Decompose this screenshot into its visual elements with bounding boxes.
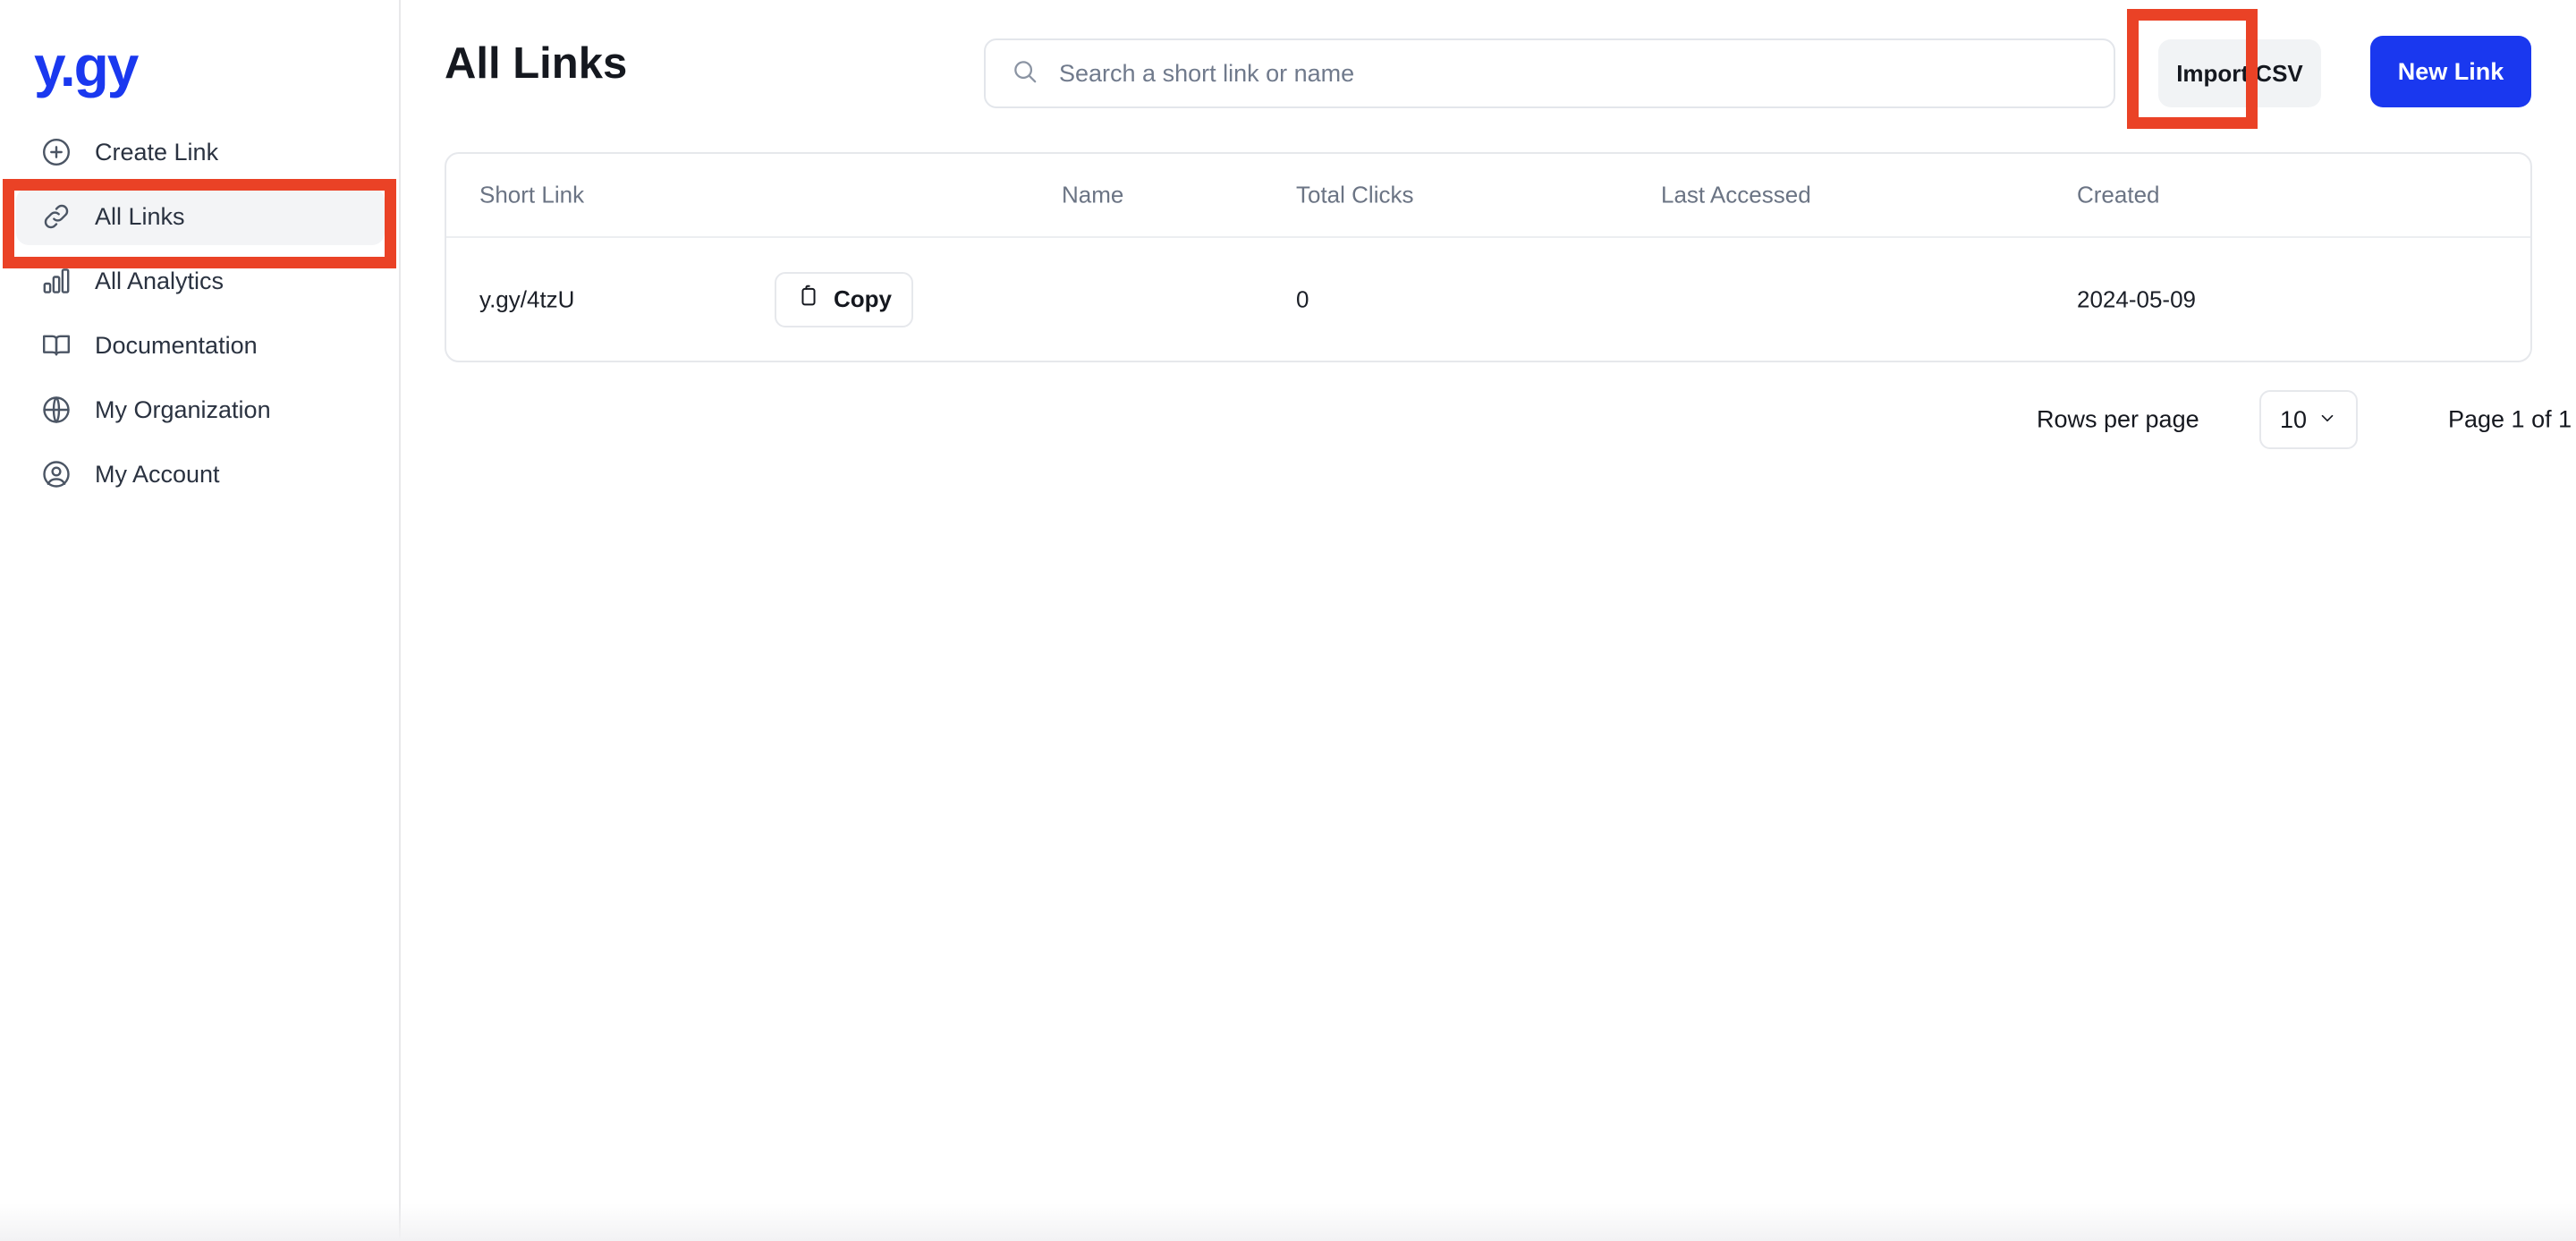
sidebar-item-my-account[interactable]: My Account	[16, 446, 385, 503]
copy-button-label: Copy	[834, 285, 892, 312]
sidebar-item-label: My Organization	[95, 395, 271, 423]
rows-per-page-select[interactable]: 10	[2259, 390, 2358, 449]
sidebar: y.gy Create Link All Links All Analytics…	[0, 0, 401, 1241]
new-link-button[interactable]: New Link	[2370, 36, 2531, 107]
cell-created: 2024-05-09	[2077, 285, 2196, 312]
import-csv-button[interactable]: Import CSV	[2158, 39, 2321, 107]
column-header-name[interactable]: Name	[1062, 182, 1123, 209]
cell-total-clicks: 0	[1296, 285, 1309, 312]
column-header-last-accessed[interactable]: Last Accessed	[1661, 182, 1811, 209]
page-status: Page 1 of 1	[2448, 405, 2572, 433]
links-table-card: Short Link Name Total Clicks Last Access…	[445, 152, 2532, 362]
main-content: All Links Import CSV New Link Short Link…	[401, 0, 2576, 1241]
sidebar-nav: Create Link All Links All Analytics Docu…	[16, 123, 385, 510]
app-root: y.gy Create Link All Links All Analytics…	[0, 0, 2576, 1241]
chevron-down-icon	[2318, 408, 2337, 432]
book-icon	[39, 328, 73, 362]
cell-short-link: y.gy/4tzU	[479, 285, 575, 312]
copy-button[interactable]: Copy	[775, 271, 913, 327]
page-title: All Links	[445, 39, 628, 88]
sidebar-item-create-link[interactable]: Create Link	[16, 123, 385, 181]
sidebar-item-label: All Links	[95, 202, 185, 230]
user-circle-icon	[39, 457, 73, 491]
search-bar[interactable]	[984, 38, 2115, 108]
sidebar-item-label: Create Link	[95, 138, 219, 166]
table-row[interactable]: y.gy/4tzU Copy 0 2024-05-09	[446, 238, 2530, 361]
clipboard-icon	[796, 284, 821, 315]
sidebar-item-label: Documentation	[95, 331, 258, 359]
bar-chart-icon	[39, 264, 73, 298]
column-header-short-link[interactable]: Short Link	[479, 182, 584, 209]
sidebar-item-my-organization[interactable]: My Organization	[16, 381, 385, 438]
sidebar-item-label: All Analytics	[95, 267, 225, 294]
plus-circle-icon	[39, 135, 73, 169]
app-logo[interactable]: y.gy	[34, 38, 139, 95]
search-icon	[1011, 57, 1039, 90]
search-input[interactable]	[1059, 59, 2089, 88]
sidebar-item-documentation[interactable]: Documentation	[16, 317, 385, 374]
sidebar-item-all-links[interactable]: All Links	[16, 188, 385, 245]
globe-icon	[39, 393, 73, 427]
table-header-row: Short Link Name Total Clicks Last Access…	[446, 154, 2530, 238]
column-header-created[interactable]: Created	[2077, 182, 2160, 209]
sidebar-item-all-analytics[interactable]: All Analytics	[16, 252, 385, 310]
pagination: Rows per page 10 Page 1 of 1 « ‹ › »	[445, 380, 2572, 459]
link-icon	[39, 200, 73, 234]
sidebar-item-label: My Account	[95, 460, 220, 488]
rows-per-page-value: 10	[2279, 405, 2308, 433]
column-header-total-clicks[interactable]: Total Clicks	[1296, 182, 1413, 209]
rows-per-page-label: Rows per page	[2037, 405, 2199, 433]
